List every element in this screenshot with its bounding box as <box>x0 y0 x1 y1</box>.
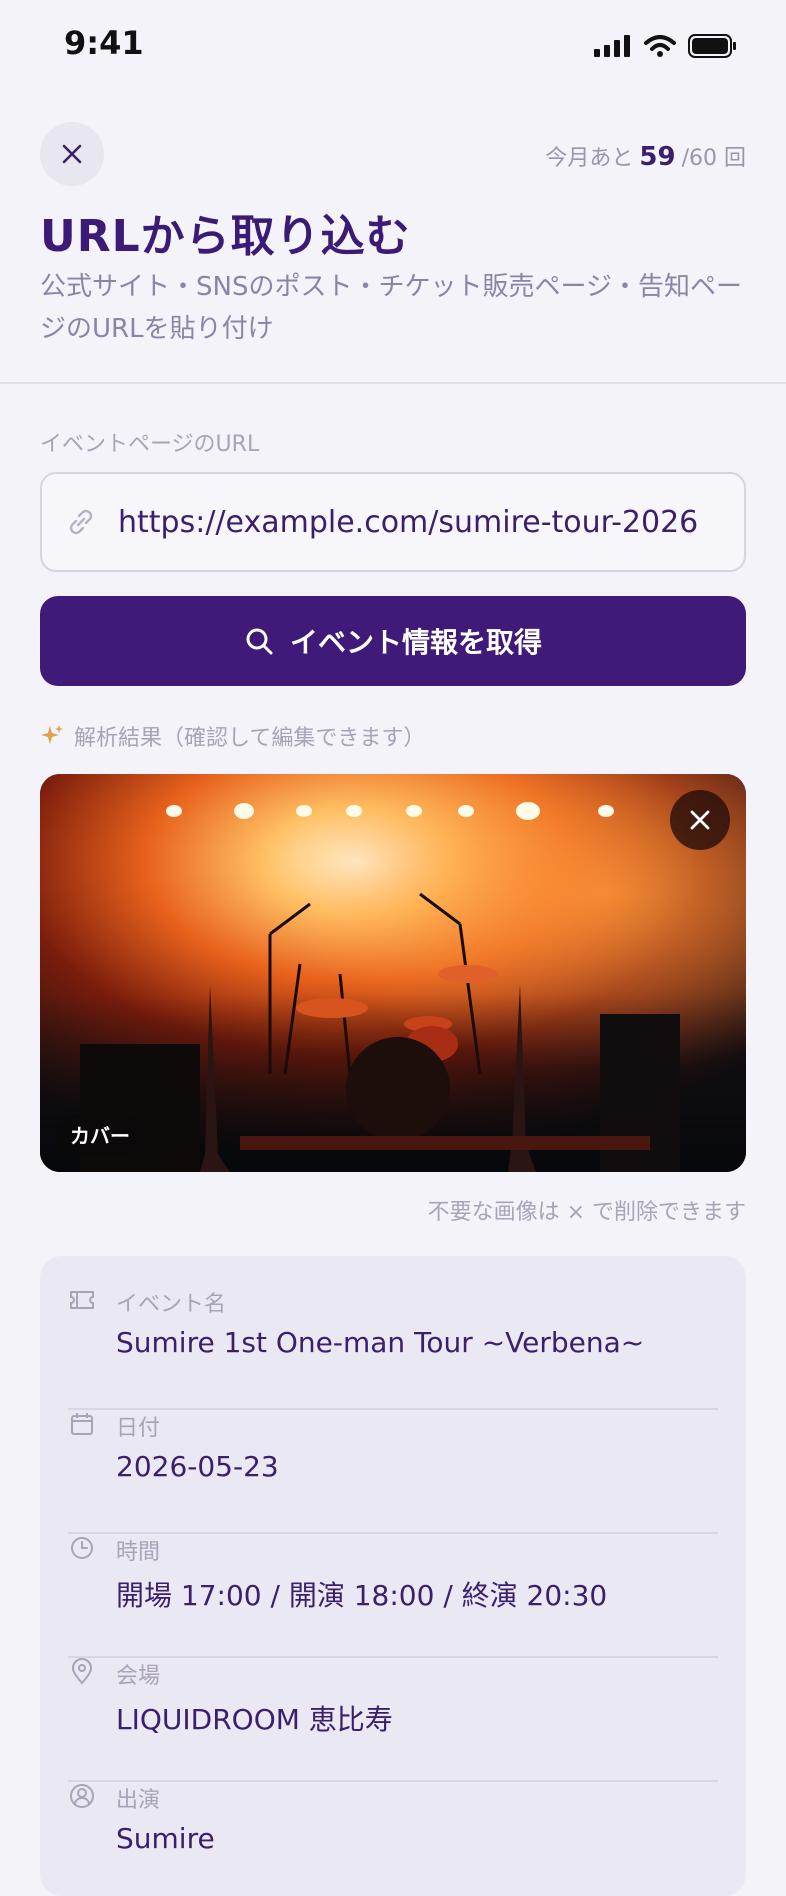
signal-icon <box>594 35 630 57</box>
close-icon <box>62 144 82 164</box>
clock-icon <box>71 1537 93 1559</box>
url-input[interactable]: https://example.com/sumire-tour-2026 <box>40 472 746 572</box>
close-icon <box>690 810 710 830</box>
event-details-card: イベント名 Sumire 1st One-man Tour ~Verbena~ … <box>40 1256 746 1896</box>
detail-value[interactable]: Sumire 1st One-man Tour ~Verbena~ <box>116 1326 644 1359</box>
remove-image-button[interactable] <box>670 790 730 850</box>
calendar-icon <box>71 1413 93 1435</box>
result-label: 解析結果（確認して編集できます） <box>40 720 425 752</box>
page-title: URLから取り込む <box>40 211 411 262</box>
detail-key: 出演 <box>116 1788 161 1813</box>
battery-icon <box>688 34 736 58</box>
detail-value[interactable]: 2026-05-23 <box>116 1450 279 1483</box>
sparkle-icon <box>41 725 63 744</box>
detail-value[interactable]: Sumire <box>116 1822 215 1855</box>
location-pin-icon <box>71 1658 93 1685</box>
url-field-label: イベントページのURL <box>40 432 260 457</box>
detail-key: 日付 <box>116 1416 161 1441</box>
close-button[interactable] <box>40 122 104 186</box>
detail-key: 時間 <box>116 1540 161 1565</box>
row-divider <box>68 1656 718 1658</box>
wifi-icon <box>644 35 676 57</box>
quota-remaining: 59 <box>639 142 676 172</box>
detail-key: 会場 <box>116 1664 161 1689</box>
detail-value[interactable]: 開場 17:00 / 開演 18:00 / 終演 20:30 <box>116 1574 607 1614</box>
image-hint: 不要な画像は × で削除できます <box>427 1200 746 1225</box>
search-icon <box>246 628 273 655</box>
usage-quota: 今月あと 59 /60 回 <box>545 140 746 172</box>
quota-prefix: 今月あと <box>545 146 634 171</box>
concert-stage-image <box>40 774 746 1172</box>
result-label-text: 解析結果（確認して編集できます） <box>74 726 426 751</box>
row-divider <box>68 1532 718 1534</box>
detail-key: イベント名 <box>116 1292 227 1317</box>
status-time: 9:41 <box>64 24 144 62</box>
link-icon <box>69 509 93 535</box>
row-divider <box>68 1780 718 1782</box>
url-input-value[interactable]: https://example.com/sumire-tour-2026 <box>118 505 698 540</box>
quota-suffix: /60 回 <box>681 146 746 171</box>
page-subtitle: 公式サイト・SNSのポスト・チケット販売ページ・告知ページのURLを貼り付け <box>40 272 742 344</box>
detail-value[interactable]: LIQUIDROOM 恵比寿 <box>116 1698 393 1738</box>
fetch-event-button[interactable]: イベント情報を取得 <box>40 596 746 686</box>
ticket-icon <box>70 1291 94 1309</box>
cover-badge: カバー <box>54 1114 146 1155</box>
status-icons <box>594 34 738 58</box>
performer-icon <box>70 1784 94 1808</box>
row-divider <box>68 1408 718 1410</box>
cover-image-card: カバー <box>40 774 746 1172</box>
header-divider <box>0 382 786 384</box>
fetch-event-button-label: イベント情報を取得 <box>289 626 542 659</box>
